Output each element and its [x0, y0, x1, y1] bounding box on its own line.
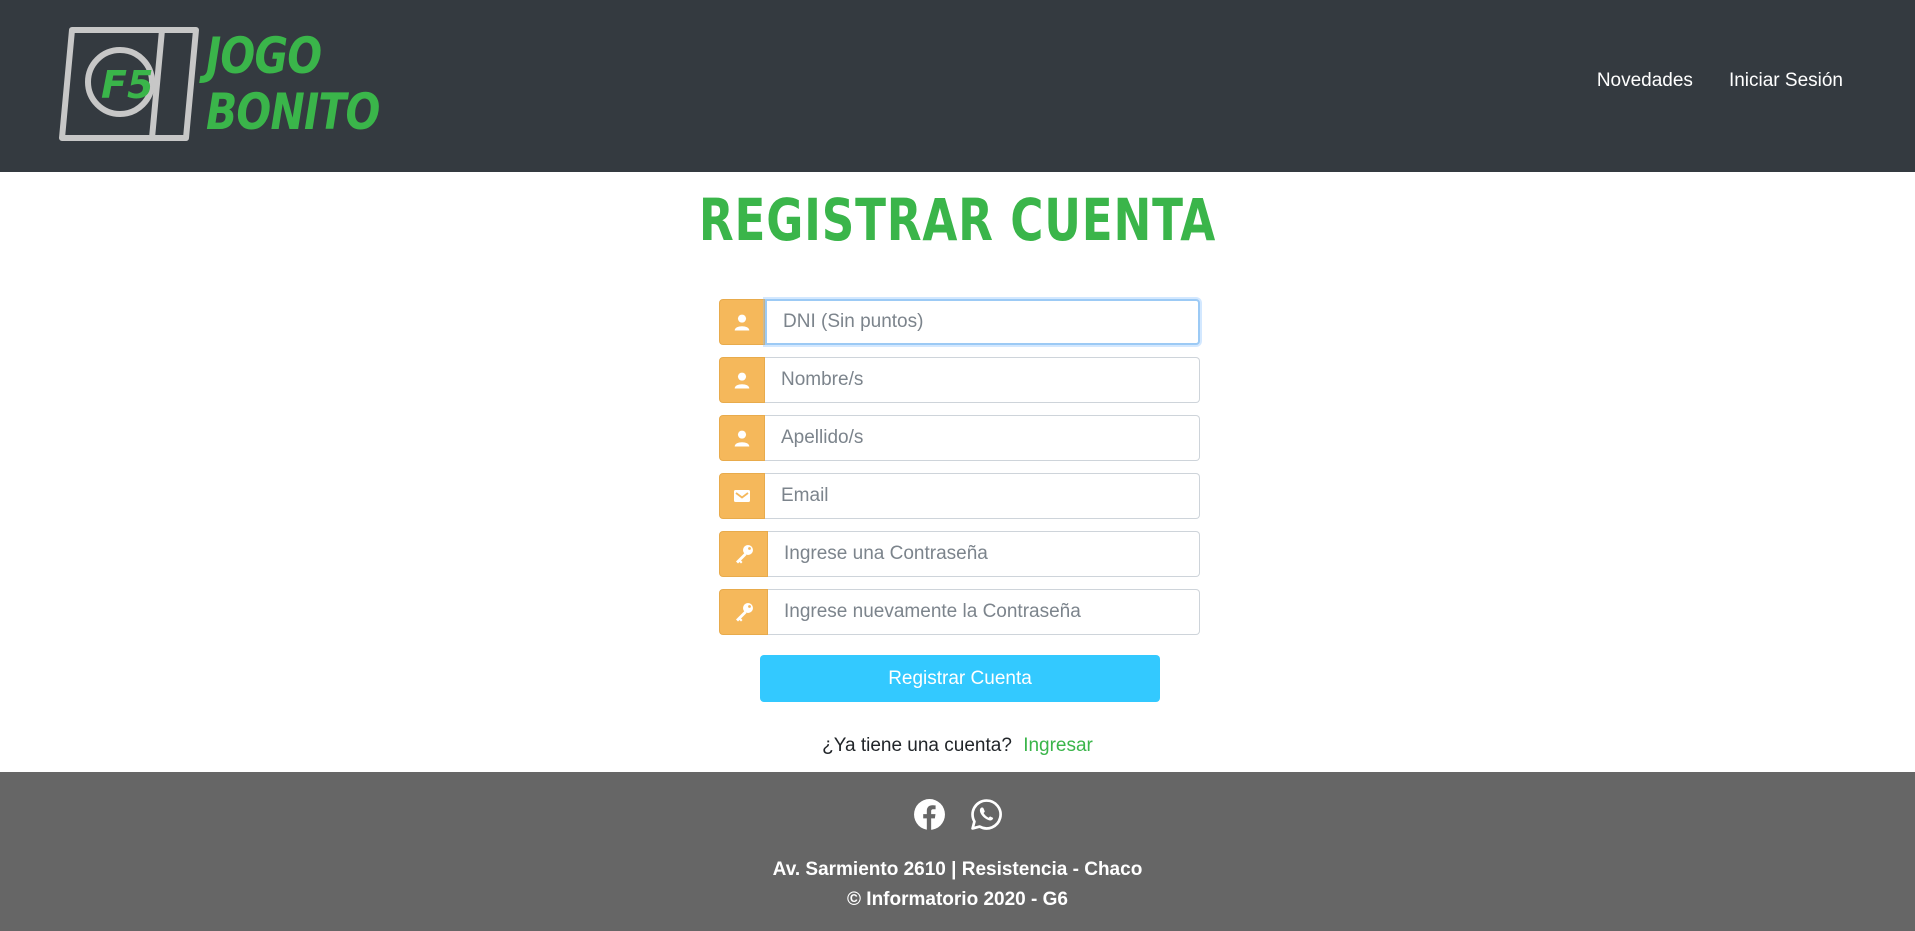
site-footer: Av. Sarmiento 2610 | Resistencia - Chaco…	[0, 772, 1915, 931]
key-icon	[719, 531, 768, 577]
site-header: F5 JOGO BONITO Novedades Iniciar Sesión	[0, 0, 1915, 172]
page-title: REGISTRAR CUENTA	[698, 186, 1217, 254]
user-icon	[719, 299, 765, 345]
nav-link-novedades[interactable]: Novedades	[1597, 70, 1693, 92]
logo-badge-icon: F5	[59, 27, 199, 141]
dni-row	[719, 299, 1200, 345]
envelope-icon	[719, 473, 765, 519]
register-form	[719, 299, 1200, 647]
login-link[interactable]: Ingresar	[1023, 735, 1093, 756]
password-row	[719, 531, 1200, 577]
nav-link-iniciar-sesion[interactable]: Iniciar Sesión	[1729, 70, 1843, 92]
password-input[interactable]	[768, 531, 1200, 577]
password-confirm-input[interactable]	[768, 589, 1200, 635]
register-button[interactable]: Registrar Cuenta	[760, 655, 1160, 702]
dni-input[interactable]	[765, 299, 1200, 345]
key-icon	[719, 589, 768, 635]
nombre-input[interactable]	[765, 357, 1200, 403]
email-row	[719, 473, 1200, 519]
footer-copyright: © Informatorio 2020 - G6	[847, 889, 1068, 910]
facebook-icon[interactable]	[913, 798, 946, 831]
logo-wordmark: JOGO BONITO	[206, 28, 380, 140]
main-nav: Novedades Iniciar Sesión	[1597, 70, 1843, 92]
logo-badge-text: F5	[101, 63, 153, 107]
logo-line-1: JOGO	[206, 27, 322, 85]
nombre-row	[719, 357, 1200, 403]
apellido-row	[719, 415, 1200, 461]
whatsapp-icon[interactable]	[970, 798, 1003, 831]
user-icon	[719, 415, 765, 461]
site-logo[interactable]: F5 JOGO BONITO	[58, 26, 380, 146]
login-prompt-line: ¿Ya tiene una cuenta? Ingresar	[0, 735, 1915, 757]
social-links	[0, 798, 1915, 831]
password-confirm-row	[719, 589, 1200, 635]
logo-line-2: BONITO	[206, 83, 380, 141]
user-icon	[719, 357, 765, 403]
apellido-input[interactable]	[765, 415, 1200, 461]
email-input[interactable]	[765, 473, 1200, 519]
footer-address: Av. Sarmiento 2610 | Resistencia - Chaco	[772, 859, 1143, 880]
login-prompt-text: ¿Ya tiene una cuenta?	[822, 735, 1012, 756]
